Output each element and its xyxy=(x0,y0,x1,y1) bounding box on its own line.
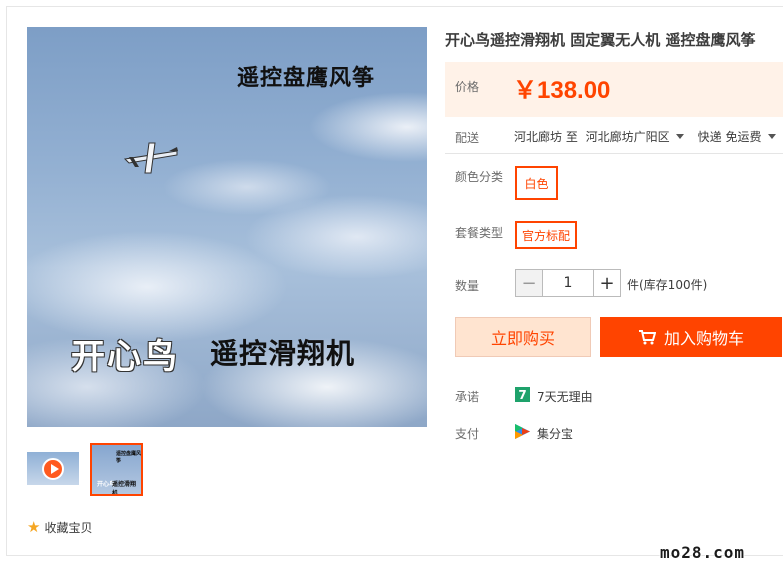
chevron-down-icon xyxy=(675,134,684,139)
color-option-white[interactable]: 白色 xyxy=(515,166,558,200)
star-icon: ★ xyxy=(27,518,41,536)
color-label: 颜色分类 xyxy=(455,170,504,184)
buy-now-button[interactable]: 立即购买 xyxy=(455,317,591,357)
price-value: ￥138.00 xyxy=(513,77,611,104)
jifenbao-icon xyxy=(515,424,530,439)
ship-method-dropdown[interactable]: 快递 免运费 xyxy=(698,130,776,144)
favorite-button[interactable]: ★ 收藏宝贝 xyxy=(27,518,92,536)
shipping-info: 河北廊坊 至 河北廊坊广阳区 快递 免运费 xyxy=(514,128,776,145)
main-image-brand: 开心鸟 xyxy=(71,337,179,377)
package-label: 套餐类型 xyxy=(455,226,504,240)
package-option-official[interactable]: 官方标配 xyxy=(515,221,577,249)
promise-label: 承诺 xyxy=(455,390,480,404)
seven-day-return-icon: 7 xyxy=(515,387,530,402)
main-image-product-name: 遥控滑翔机 xyxy=(210,337,356,370)
shipping-label: 配送 xyxy=(455,131,480,145)
quantity-plus-button[interactable]: + xyxy=(593,269,621,297)
ship-to-dropdown[interactable]: 河北廊坊广阳区 xyxy=(586,130,698,144)
chevron-down-icon xyxy=(767,134,776,139)
ship-from: 河北廊坊 至 xyxy=(514,130,578,144)
thumb-caption-top: 遥控盘鹰风筝 xyxy=(116,451,142,464)
quantity-stepper: − 1 + xyxy=(515,269,621,297)
add-to-cart-button[interactable]: 加入购物车 xyxy=(600,317,782,357)
glider-plane-graphic xyxy=(123,142,178,174)
quantity-input[interactable]: 1 xyxy=(543,269,593,297)
add-to-cart-label: 加入购物车 xyxy=(663,329,744,348)
payment-label: 支付 xyxy=(455,427,480,441)
payment-text[interactable]: 集分宝 xyxy=(537,425,573,442)
favorite-label: 收藏宝贝 xyxy=(44,520,93,535)
main-image-caption-top: 遥控盘鹰风筝 xyxy=(237,66,376,91)
cart-icon xyxy=(638,330,656,345)
quantity-minus-button[interactable]: − xyxy=(515,269,543,297)
play-icon[interactable] xyxy=(42,458,64,480)
promise-text[interactable]: 7天无理由 xyxy=(537,388,593,405)
product-title: 开心鸟遥控滑翔机 固定翼无人机 遥控盘鹰风筝 xyxy=(445,31,756,49)
divider xyxy=(445,153,783,154)
quantity-label: 数量 xyxy=(455,279,480,293)
thumb-product-name: 遥控滑翔机 xyxy=(112,481,137,496)
price-label: 价格 xyxy=(455,80,480,94)
thumbnail-image-selected[interactable]: 遥控盘鹰风筝 开心鸟 遥控滑翔机 xyxy=(90,443,143,496)
stock-text: 件(库存100件) xyxy=(627,278,708,292)
thumbnail-video[interactable] xyxy=(27,452,79,485)
price-box: 价格 ￥138.00 xyxy=(445,62,783,117)
main-product-image[interactable]: 遥控盘鹰风筝 开心鸟 遥控滑翔机 xyxy=(27,27,427,427)
site-watermark: mo28.com xyxy=(660,543,746,562)
